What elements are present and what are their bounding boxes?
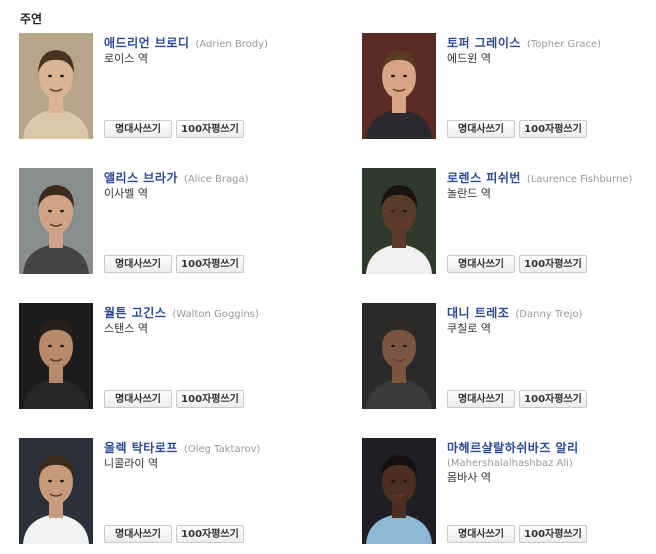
cast-card: 애드리언 브로디 (Adrien Brody) 로이스 역명대사쓰기 100자평쓰기 xyxy=(19,33,319,145)
write-quote-button[interactable]: 명대사쓰기 xyxy=(104,525,172,543)
write-review-button[interactable]: 100자평쓰기 xyxy=(176,390,244,408)
write-quote-button[interactable]: 명대사쓰기 xyxy=(104,390,172,408)
actor-english-name: (Danny Trejo) xyxy=(515,309,583,320)
actor-name-link[interactable]: 대니 트레조 xyxy=(447,306,509,320)
role-name: 에드윈 역 xyxy=(447,52,491,65)
write-quote-button[interactable]: 명대사쓰기 xyxy=(447,120,515,138)
role-name: 니콜라이 역 xyxy=(104,457,159,470)
write-review-button[interactable]: 100자평쓰기 xyxy=(176,120,244,138)
role-name: 몸바사 역 xyxy=(447,471,491,484)
write-review-button[interactable]: 100자평쓰기 xyxy=(519,525,587,543)
actor-photo[interactable] xyxy=(362,303,436,409)
actor-name-link[interactable]: 월튼 고긴스 xyxy=(104,306,166,320)
actor-photo[interactable] xyxy=(19,438,93,544)
cast-card: 토퍼 그레이스 (Topher Grace) 에드윈 역명대사쓰기 100자평쓰기 xyxy=(362,33,656,145)
role-name: 놀란드 역 xyxy=(447,187,491,200)
actor-photo[interactable] xyxy=(362,438,436,544)
cast-card: 앨리스 브라가 (Alice Braga) 이사벨 역명대사쓰기 100자평쓰기 xyxy=(19,168,319,280)
actor-portrait-image xyxy=(19,168,93,274)
cast-card: 마헤르샬랄하쉬바즈 알리 (Mahershalalhashbaz Ali) 몸바사 … xyxy=(362,438,656,550)
write-quote-button[interactable]: 명대사쓰기 xyxy=(104,255,172,273)
write-quote-button[interactable]: 명대사쓰기 xyxy=(447,255,515,273)
actor-portrait-image xyxy=(19,438,93,544)
actor-name-link[interactable]: 올렉 탁타로프 xyxy=(104,441,178,455)
actor-photo[interactable] xyxy=(362,168,436,274)
write-review-button[interactable]: 100자평쓰기 xyxy=(519,120,587,138)
actor-english-name: (Mahershalalhashbaz Ali) xyxy=(447,458,573,469)
actor-name-link[interactable]: 토퍼 그레이스 xyxy=(447,36,521,50)
actor-portrait-image xyxy=(19,33,93,139)
actor-name-link[interactable]: 앨리스 브라가 xyxy=(104,171,178,185)
actor-english-name: (Alice Braga) xyxy=(183,174,249,185)
actor-name-link[interactable]: 로렌스 피쉬번 xyxy=(447,171,521,185)
cast-card: 대니 트레조 (Danny Trejo) 쿠칠로 역명대사쓰기 100자평쓰기 xyxy=(362,303,656,415)
write-review-button[interactable]: 100자평쓰기 xyxy=(176,525,244,543)
actor-portrait-image xyxy=(362,303,436,409)
actor-english-name: (Topher Grace) xyxy=(526,39,602,50)
actor-english-name: (Laurence Fishburne) xyxy=(526,174,633,185)
actor-portrait-image xyxy=(19,303,93,409)
write-quote-button[interactable]: 명대사쓰기 xyxy=(447,390,515,408)
write-quote-button[interactable]: 명대사쓰기 xyxy=(104,120,172,138)
role-name: 이사벨 역 xyxy=(104,187,148,200)
actor-english-name: (Oleg Taktarov) xyxy=(183,444,261,455)
section-title: 주연 xyxy=(20,12,43,26)
actor-english-name: (Walton Goggins) xyxy=(172,309,259,320)
actor-portrait-image xyxy=(362,168,436,274)
cast-card: 월튼 고긴스 (Walton Goggins) 스탠스 역명대사쓰기 100자평쓰기 xyxy=(19,303,319,415)
actor-photo[interactable] xyxy=(362,33,436,139)
role-name: 로이스 역 xyxy=(104,52,148,65)
actor-photo[interactable] xyxy=(19,303,93,409)
role-name: 쿠칠로 역 xyxy=(447,322,491,335)
write-quote-button[interactable]: 명대사쓰기 xyxy=(447,525,515,543)
role-name: 스탠스 역 xyxy=(104,322,148,335)
cast-card: 로렌스 피쉬번 (Laurence Fishburne) 놀란드 역명대사쓰기 100… xyxy=(362,168,656,280)
actor-portrait-image xyxy=(362,438,436,544)
actor-name-link[interactable]: 애드리언 브로디 xyxy=(104,36,189,50)
actor-photo[interactable] xyxy=(19,33,93,139)
actor-photo[interactable] xyxy=(19,168,93,274)
write-review-button[interactable]: 100자평쓰기 xyxy=(519,390,587,408)
cast-card: 올렉 탁타로프 (Oleg Taktarov) 니콜라이 역명대사쓰기 100자평쓰기 xyxy=(19,438,319,550)
actor-name-link[interactable]: 마헤르샬랄하쉬바즈 알리 xyxy=(447,441,579,455)
write-review-button[interactable]: 100자평쓰기 xyxy=(176,255,244,273)
actor-english-name: (Adrien Brody) xyxy=(195,39,268,50)
actor-portrait-image xyxy=(362,33,436,139)
write-review-button[interactable]: 100자평쓰기 xyxy=(519,255,587,273)
